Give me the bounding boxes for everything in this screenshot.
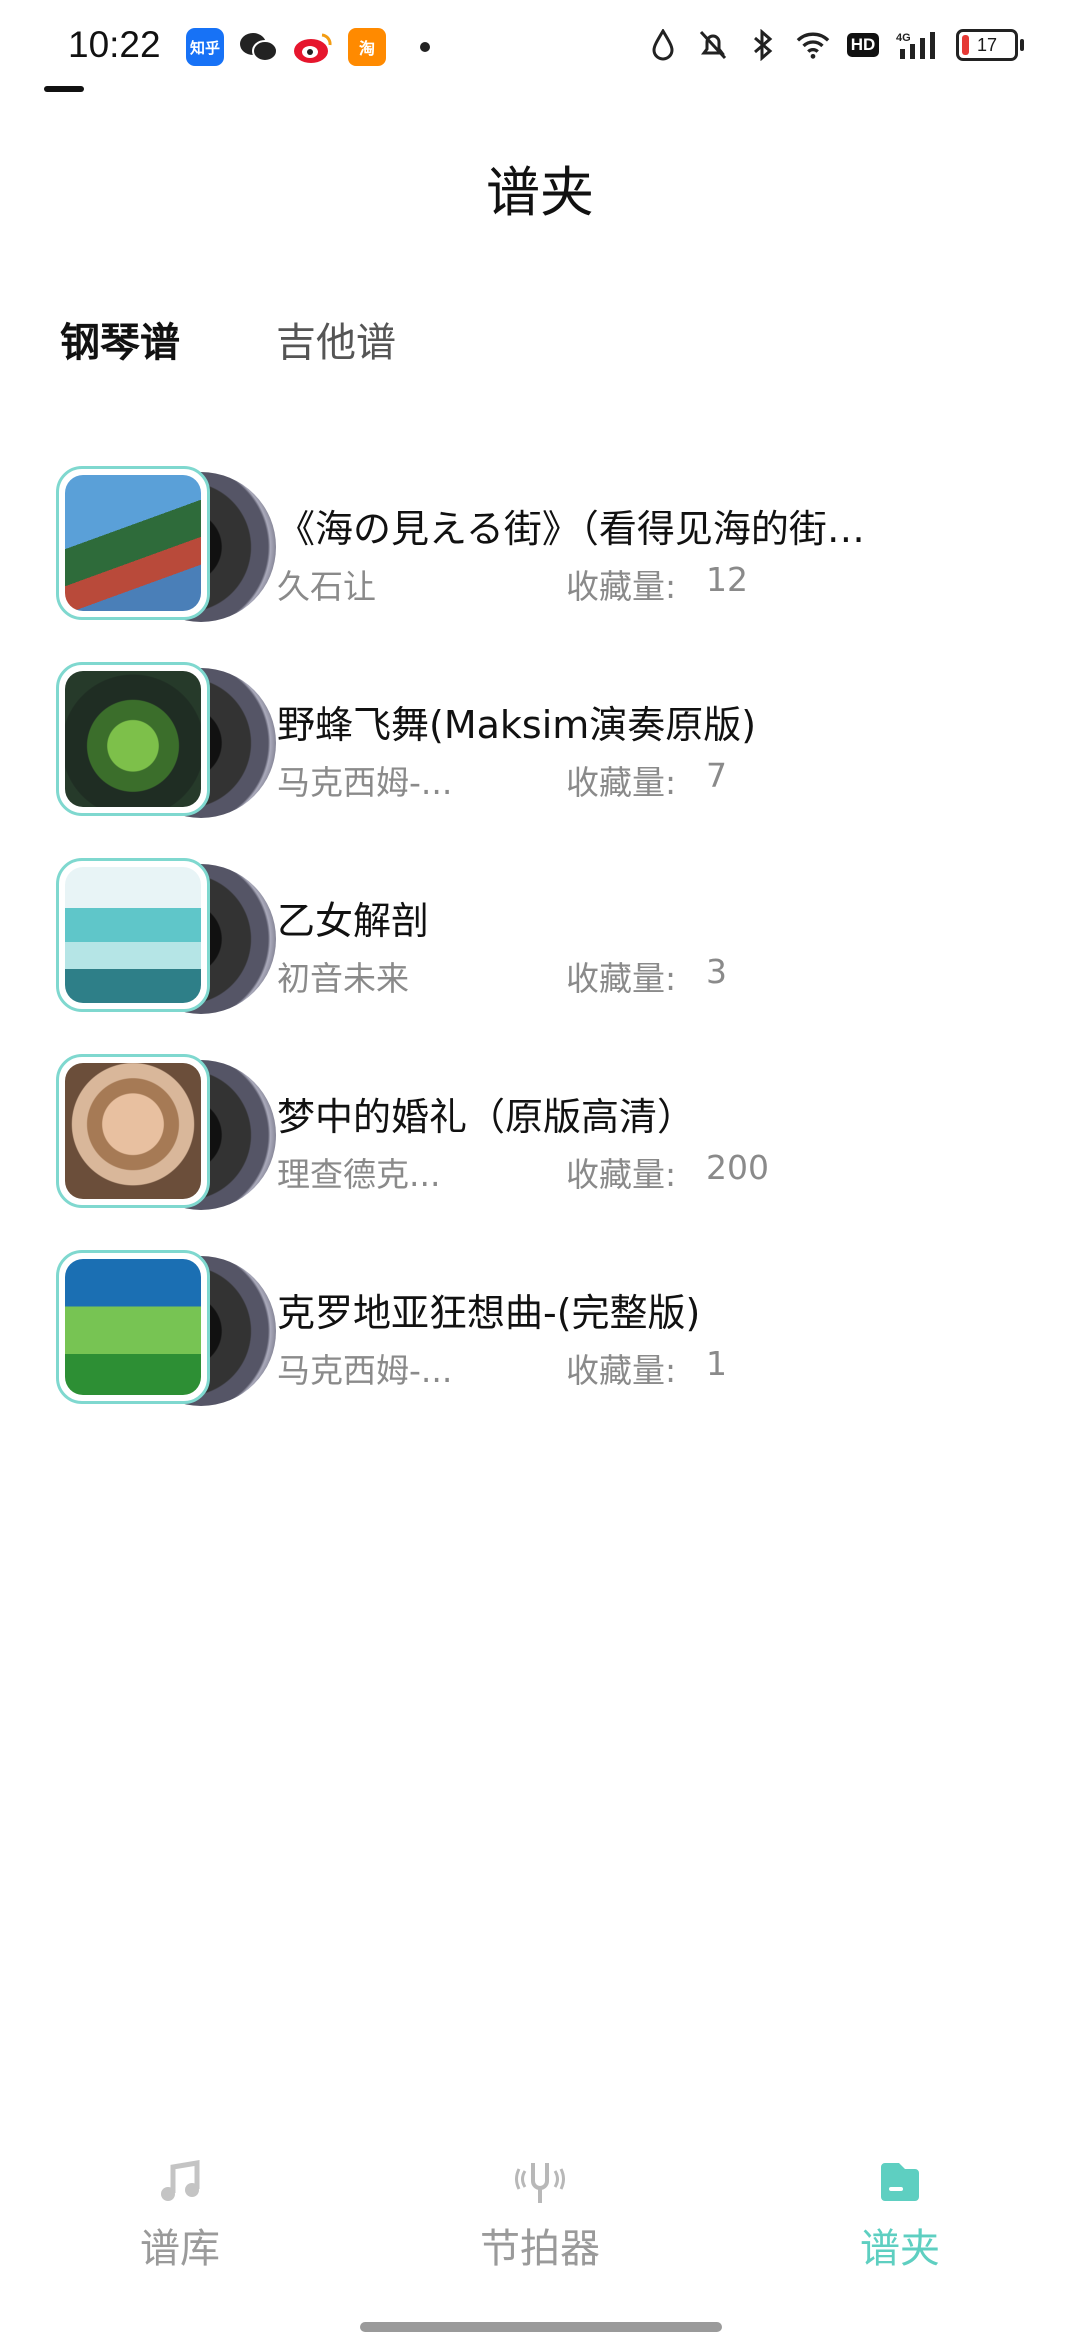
app-screen: 10:22 知乎 淘 HD 4G 17 谱夹 钢琴谱 吉他谱 《海の見える街》（… (0, 0, 1080, 2340)
cover-frame (56, 1054, 210, 1208)
more-notifications-dot (420, 42, 430, 52)
water-drop-icon (646, 26, 680, 64)
album-cover (56, 1054, 276, 1214)
favorites-count: 200 (706, 1148, 769, 1187)
nav-metronome[interactable]: 节拍器 (360, 2140, 720, 2300)
song-artist: 马克西姆-... (277, 763, 453, 802)
tab-guitar[interactable]: 吉他谱 (276, 310, 396, 408)
sheet-list: 《海の見える街》（看得见海的街… 久石让 收藏量: 12 野蜂飞舞(Maksim… (0, 462, 1080, 1442)
cover-frame (56, 662, 210, 816)
zhihu-app-label: 知乎 (189, 38, 220, 57)
tab-piano[interactable]: 钢琴谱 (60, 310, 180, 408)
nav-library[interactable]: 谱库 (0, 2140, 360, 2300)
signal-4g-icon: 4G (896, 26, 940, 64)
music-note-icon (154, 2156, 206, 2208)
song-artist: 马克西姆-... (277, 1351, 453, 1390)
active-tab-indicator (44, 86, 84, 92)
list-item[interactable]: 克罗地亚狂想曲-(完整版) 马克西姆-... 收藏量: 1 (0, 1246, 1080, 1442)
bell-muted-icon (696, 26, 730, 64)
nav-sheet-folder-label: 谱夹 (860, 2226, 940, 2272)
song-title: 梦中的婚礼（原版高清） (277, 1095, 696, 1139)
notification-icons: 知乎 淘 (186, 28, 430, 66)
song-title: 《海の見える街》（看得见海的街… (277, 507, 865, 551)
wechat-app-icon (238, 28, 278, 66)
nav-sheet-folder[interactable]: 谱夹 (720, 2140, 1080, 2300)
status-time: 10:22 (68, 24, 161, 65)
hd-label: HD (846, 33, 880, 57)
favorites-count: 3 (706, 952, 727, 991)
hd-icon: HD (846, 26, 880, 64)
tuning-fork-icon (514, 2156, 566, 2208)
category-tabs: 钢琴谱 吉他谱 (60, 310, 396, 408)
page-title: 谱夹 (486, 161, 594, 224)
favorites-label: 收藏量: (566, 1155, 677, 1194)
bluetooth-icon (746, 26, 780, 64)
song-artist: 初音未来 (277, 959, 409, 998)
favorites-label: 收藏量: (566, 763, 677, 802)
battery-fill (962, 35, 969, 55)
cover-frame (56, 1250, 210, 1404)
favorites-label: 收藏量: (566, 959, 677, 998)
album-cover (56, 1250, 276, 1410)
song-title: 乙女解剖 (277, 899, 430, 943)
song-title: 野蜂飞舞(Maksim演奏原版) (277, 703, 757, 747)
favorites-label: 收藏量: (566, 567, 677, 606)
list-item[interactable]: 《海の見える街》（看得见海的街… 久石让 收藏量: 12 (0, 462, 1080, 658)
cover-image (65, 1063, 201, 1199)
cover-image (65, 671, 201, 807)
song-artist: 久石让 (277, 567, 376, 606)
taobao-app-label: 淘 (358, 39, 375, 58)
system-icons: HD 4G 17 (646, 26, 1024, 64)
album-cover (56, 466, 276, 626)
battery-level: 17 (976, 34, 998, 55)
bottom-navigation: 谱库 节拍器 谱夹 (0, 2140, 1080, 2300)
favorites-label: 收藏量: (566, 1351, 677, 1390)
cover-image (65, 1259, 201, 1395)
weibo-app-icon (292, 28, 334, 66)
list-item[interactable]: 野蜂飞舞(Maksim演奏原版) 马克西姆-... 收藏量: 7 (0, 658, 1080, 854)
zhihu-app-icon: 知乎 (186, 28, 224, 66)
cover-frame (56, 466, 210, 620)
cover-image (65, 867, 201, 1003)
cover-image (65, 475, 201, 611)
album-cover (56, 858, 276, 1018)
home-indicator[interactable] (360, 2322, 722, 2332)
favorites-count: 1 (706, 1344, 727, 1383)
status-bar: 10:22 知乎 淘 HD 4G 17 (0, 0, 1080, 96)
list-item[interactable]: 乙女解剖 初音未来 收藏量: 3 (0, 854, 1080, 1050)
network-type-label: 4G (896, 32, 911, 44)
list-item[interactable]: 梦中的婚礼（原版高清） 理查德克... 收藏量: 200 (0, 1050, 1080, 1246)
favorites-count: 7 (706, 756, 727, 795)
nav-library-label: 谱库 (140, 2226, 220, 2272)
album-cover (56, 662, 276, 822)
song-artist: 理查德克... (277, 1155, 441, 1194)
favorites-count: 12 (706, 560, 748, 599)
cover-frame (56, 858, 210, 1012)
battery-icon: 17 (956, 29, 1024, 61)
wifi-icon (796, 26, 830, 64)
nav-metronome-label: 节拍器 (480, 2226, 600, 2272)
folder-icon (874, 2156, 926, 2208)
taobao-app-icon: 淘 (348, 28, 386, 66)
song-title: 克罗地亚狂想曲-(完整版) (277, 1291, 701, 1335)
